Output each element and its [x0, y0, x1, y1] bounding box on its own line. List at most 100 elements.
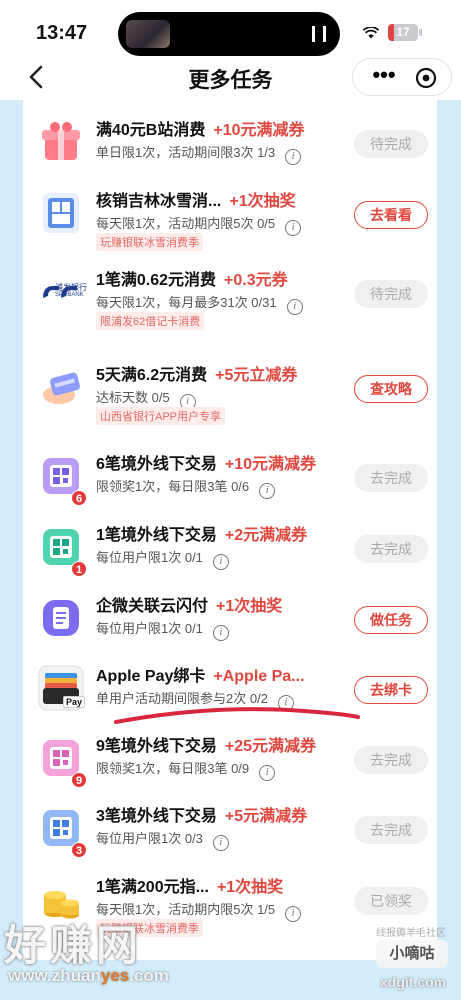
- watermark-url-part: www.zhuan: [8, 966, 101, 985]
- watermark-xiaodigu: 小嘀咕: [376, 940, 448, 968]
- task-description-line: 每位用户限1次 0/3 i: [96, 828, 229, 851]
- spd-bank-logo-icon: 浦发银行 SPDBANK: [37, 268, 87, 316]
- task-title: 1笔满0.62元消费: [96, 272, 217, 289]
- task-title-line: 1笔满200元指... +1次抽奖: [96, 873, 283, 897]
- task-action-button[interactable]: 去完成: [354, 816, 428, 844]
- task-action-button[interactable]: 待完成: [354, 280, 428, 308]
- task-action-button[interactable]: 已领奖: [354, 887, 428, 915]
- task-title: 3笔境外线下交易: [96, 808, 217, 825]
- info-icon[interactable]: i: [286, 299, 303, 315]
- task-action-button[interactable]: 去绑卡: [354, 676, 428, 704]
- task-title-line: Apple Pay绑卡 +Apple Pa...: [96, 662, 305, 686]
- task-reward: +25元满减券: [224, 738, 317, 755]
- task-description-line: 每位用户限1次 0/1 i: [96, 618, 229, 641]
- apple-wallet-icon: Pay: [37, 664, 86, 712]
- task-title-line: 5天满6.2元消费 +5元立减券: [96, 361, 297, 385]
- close-circle-icon[interactable]: [415, 67, 437, 89]
- ice-snow-limit-icon: [37, 189, 85, 237]
- info-icon[interactable]: i: [277, 695, 294, 711]
- task-title-line: 1笔境外线下交易 +2元满减券: [96, 521, 307, 545]
- watermark-url-highlight: yes: [100, 966, 130, 985]
- task-description-line: 限领奖1次，每日限3笔 0/6 i: [96, 476, 276, 499]
- wifi-icon: [363, 27, 379, 39]
- task-description: 每天限1次，每月最多31次 0/31: [96, 295, 277, 310]
- document-purple-icon: [37, 594, 85, 642]
- info-icon[interactable]: i: [259, 483, 276, 499]
- watermark-community-label: 线报薅羊毛社区: [376, 928, 446, 939]
- info-icon[interactable]: i: [212, 835, 229, 851]
- task-action-button[interactable]: 去完成: [354, 746, 428, 774]
- task-row: 满40元B站消费 +10元满减券 单日限1次，活动期间限3次 1/3 i 待完成: [23, 108, 437, 178]
- task-title: 企微关联云闪付: [96, 598, 209, 615]
- task-row: 3 3笔境外线下交易 +5元满减券 每位用户限1次 0/3 i 去完成: [23, 794, 437, 864]
- count-badge: 3: [71, 842, 87, 858]
- task-description-line: 限领奖1次，每日限3笔 0/9 i: [96, 758, 276, 781]
- task-row: 浦发银行 SPDBANK 1笔满0.62元消费 +0.3元券每天限1次，每月最多31次…: [23, 258, 437, 330]
- task-action-button[interactable]: 待完成: [354, 130, 428, 158]
- task-row: 6 6笔境外线下交易 +10元满减券 限领奖1次，每日限3笔 0/6 i 去完成: [23, 442, 437, 512]
- task-title: 1笔境外线下交易: [96, 527, 217, 544]
- task-description: 每位用户限1次 0/1: [96, 621, 203, 636]
- task-description: 限领奖1次，每日限3笔 0/9: [96, 761, 250, 776]
- battery-icon: 17: [388, 24, 422, 41]
- task-reward: +10元满减券: [213, 122, 305, 139]
- task-description-line: 每位用户限1次 0/1 i: [96, 547, 229, 570]
- watermark-url-suffix: .com: [129, 966, 169, 985]
- task-title-line: 企微关联云闪付 +1次抽奖: [96, 592, 282, 616]
- task-description: 每天限1次，活动期内限5次 0/5: [96, 216, 276, 231]
- task-row: 企微关联云闪付 +1次抽奖 每位用户限1次 0/1 i 做任务: [23, 584, 437, 654]
- info-icon[interactable]: i: [285, 220, 302, 236]
- mini-program-capsule: •••: [352, 58, 452, 96]
- task-reward: +1次抽奖: [229, 193, 296, 210]
- task-description: 每位用户限1次 0/1: [96, 550, 203, 565]
- task-reward: +0.3元券: [224, 272, 288, 289]
- task-action-button[interactable]: 去完成: [354, 535, 428, 563]
- task-description: 单日限1次，活动期间限3次 1/3: [96, 145, 276, 160]
- count-badge: 1: [71, 561, 87, 577]
- battery-level: 17: [396, 25, 410, 39]
- card-hand-icon: [37, 363, 85, 411]
- task-title-line: 核销吉林冰雪消... +1次抽奖: [96, 187, 296, 211]
- task-reward: +Apple Pa...: [213, 668, 305, 685]
- more-button[interactable]: •••: [365, 59, 403, 95]
- info-icon[interactable]: i: [285, 149, 302, 165]
- info-icon[interactable]: i: [285, 906, 302, 922]
- gift-box-icon: [37, 118, 85, 166]
- info-icon[interactable]: i: [212, 554, 229, 570]
- task-title: 6笔境外线下交易: [96, 456, 217, 473]
- task-description-line: 单用户活动期间限参与2次 0/2 i: [96, 688, 294, 711]
- task-reward: +1次抽奖: [216, 598, 283, 615]
- dynamic-island[interactable]: [118, 12, 340, 56]
- task-description: 每位用户限1次 0/3: [96, 831, 203, 846]
- info-icon[interactable]: i: [212, 625, 229, 641]
- task-reward: +10元满减券: [224, 456, 317, 473]
- nav-bar: 更多任务 •••: [0, 58, 461, 100]
- task-row: 5天满6.2元消费 +5元立减券 达标天数 0/5 i 山西省银行APP用户专享 查攻略: [23, 353, 437, 425]
- task-list: 满40元B站消费 +10元满减券 单日限1次，活动期间限3次 1/3 i 待完成 核销吉林…: [23, 100, 437, 960]
- task-action-button[interactable]: 查攻略: [354, 375, 428, 403]
- now-playing-thumbnail: [126, 20, 170, 48]
- task-row: 9 9笔境外线下交易 +25元满减券 限领奖1次，每日限3笔 0/9 i 去完成: [23, 724, 437, 794]
- task-title: Apple Pay绑卡: [96, 668, 206, 685]
- task-tag: 限浦发62借记卡消费: [96, 312, 205, 330]
- task-list-background: 满40元B站消费 +10元满减券 单日限1次，活动期间限3次 1/3 i 待完成 核销吉林…: [0, 100, 461, 1000]
- task-description: 达标天数 0/5: [96, 390, 170, 405]
- task-tag: 玩赚银联冰雪消费季: [96, 233, 203, 251]
- task-title: 1笔满200元指...: [96, 879, 209, 896]
- task-title: 5天满6.2元消费: [96, 367, 208, 384]
- apple-pay-chip: Pay: [63, 696, 86, 708]
- audio-wave-icon: [312, 26, 326, 42]
- task-row: 1 1笔境外线下交易 +2元满减券每位用户限1次 0/1 i 去完成: [23, 513, 437, 583]
- watermark-haozhuan: 好赚网: [4, 922, 143, 969]
- task-action-button[interactable]: 去完成: [354, 464, 428, 492]
- info-icon[interactable]: i: [259, 765, 276, 781]
- task-action-button[interactable]: 做任务: [354, 606, 428, 634]
- task-title: 9笔境外线下交易: [96, 738, 217, 755]
- task-title-line: 6笔境外线下交易 +10元满减券: [96, 450, 316, 474]
- task-title-line: 1笔满0.62元消费 +0.3元券: [96, 266, 288, 290]
- task-reward: +1次抽奖: [216, 879, 284, 896]
- task-description: 单用户活动期间限参与2次 0/2: [96, 691, 268, 706]
- spd-bank-en: SPDBANK: [55, 292, 84, 298]
- task-reward: +2元满减券: [224, 527, 308, 544]
- task-action-button[interactable]: 去看看: [354, 201, 428, 229]
